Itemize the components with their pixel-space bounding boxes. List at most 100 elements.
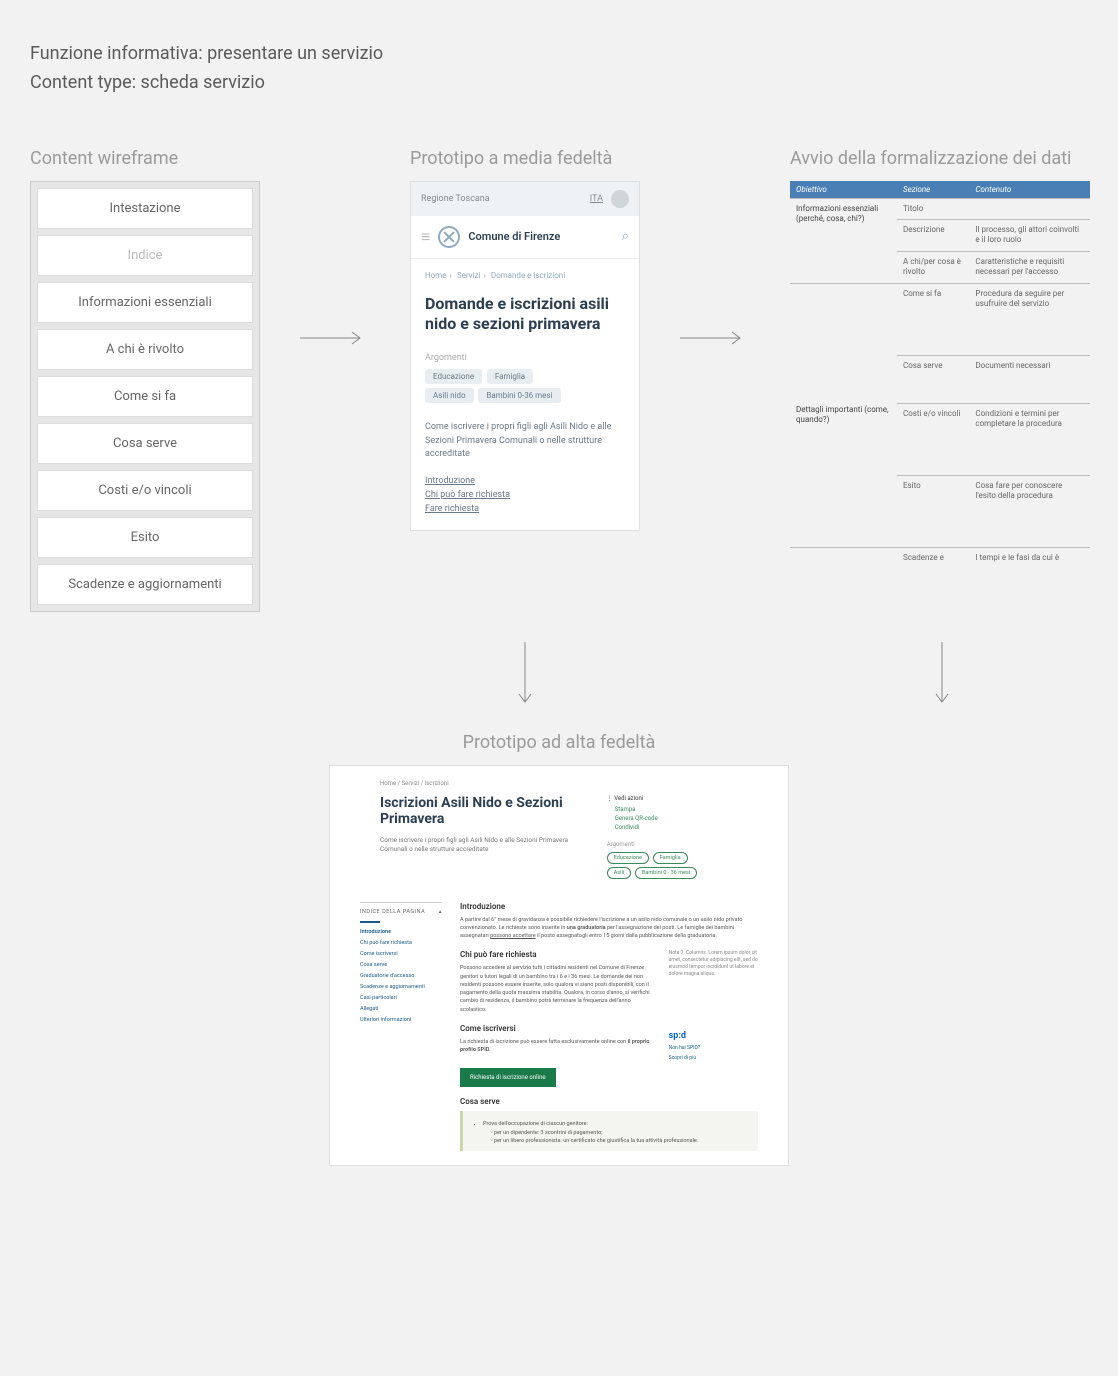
arrow-formal-down	[795, 642, 1088, 712]
midfi-links: Introduzione Chi può fare richiesta Fare…	[425, 476, 625, 514]
pill-educazione[interactable]: Educazione	[425, 369, 482, 384]
action-stampa[interactable]: Stampa	[615, 806, 758, 813]
sec-chi-note: Nota 2. Columns. Lorem ipsum dolor sit a…	[669, 950, 758, 1024]
sec-come-p: La richiesta di iscrizione può essere fa…	[460, 1038, 657, 1055]
sec-cosa-h: Cosa serve	[460, 1097, 758, 1106]
search-icon[interactable]: ⌕	[622, 229, 629, 244]
wf-intestazione: Intestazione	[37, 188, 253, 229]
nav-cosa[interactable]: Cosa serve	[360, 962, 442, 968]
richiesta-button[interactable]: Richiesta di iscrizione online	[460, 1068, 556, 1087]
box-li1: - per un dipendente: 3 scontrini di paga…	[491, 1129, 750, 1137]
wf-a-chi: A chi è rivolto	[37, 329, 253, 370]
menu-icon[interactable]: ≡	[421, 227, 430, 247]
bc-domande[interactable]: Domande e iscrizioni	[491, 271, 565, 280]
midfi-column: Prototipo a media fedeltà Regione Toscan…	[410, 148, 640, 531]
hpill-educazione[interactable]: Educazione	[607, 852, 649, 864]
nav-title[interactable]: INDICE DELLA PAGINA▴	[360, 909, 442, 915]
pill-famiglia[interactable]: Famiglia	[487, 369, 533, 384]
con-scadenze: I tempi e le fasi da cui è	[969, 547, 1090, 568]
hpill-bambini[interactable]: Bambini 0 - 36 mesi	[635, 867, 697, 879]
nav-grad[interactable]: Graduatorie d'accesso	[360, 973, 442, 979]
link-chi[interactable]: Chi può fare richiesta	[425, 490, 625, 500]
sec-come-h: Come iscriversi	[460, 1024, 657, 1033]
nav-chi[interactable]: Chi può fare richiesta	[360, 940, 442, 946]
wf-costi: Costi e/o vincoli	[37, 470, 253, 511]
bc-home[interactable]: Home	[425, 271, 447, 280]
sec-come: Come si fa	[897, 283, 969, 355]
box-intro: Prova dell'occupazione di ciascun genito…	[483, 1120, 750, 1128]
midfi-topbar: Regione Toscana ITA	[411, 182, 639, 216]
action-condividi[interactable]: Condividi	[615, 824, 758, 831]
bc-servizi[interactable]: Servizi	[457, 271, 481, 280]
con-descrizione: Il processo, gli attori coinvolti e il l…	[969, 219, 1090, 251]
nav-introduzione[interactable]: Introduzione	[360, 929, 442, 935]
sec-descrizione: Descrizione	[897, 219, 969, 251]
link-fare[interactable]: Fare richiesta	[425, 504, 625, 514]
arrow-row	[30, 642, 1088, 712]
con-cosaserve: Documenti necessari	[969, 355, 1090, 403]
action-qr[interactable]: Genera QR-code	[615, 815, 758, 822]
midfi-desc: Come iscrivere i propri figli agli Asili…	[425, 421, 625, 462]
th-obiettivo: Obiettivo	[790, 181, 897, 199]
sec-chi-h: Chi può fare richiesta	[460, 950, 657, 959]
hifi-subtitle: Come iscrivere i propri figli agli Asili…	[380, 836, 577, 854]
hifi-breadcrumb[interactable]: Home / Servizi / Iscrizioni	[380, 780, 758, 787]
wf-cosa-serve: Cosa serve	[37, 423, 253, 464]
sec-cosaserve: Cosa serve	[897, 355, 969, 403]
hifi-argo-label: Argomenti	[607, 841, 758, 848]
hpill-famiglia[interactable]: Famiglia	[653, 852, 688, 864]
sec-achi: A chi/per cosa è rivolto	[897, 251, 969, 283]
spid-link1[interactable]: Non hai SPID?	[669, 1045, 758, 1052]
link-intro[interactable]: Introduzione	[425, 476, 625, 486]
wireframe-column: Content wireframe Intestazione Indice In…	[30, 148, 260, 612]
hifi-title: Iscrizioni Asili Nido e Sezioni Primaver…	[380, 795, 577, 829]
th-contenuto: Contenuto	[969, 181, 1090, 199]
obj-info: Informazioni essenziali (perché, cosa, c…	[790, 198, 897, 283]
wf-indice: Indice	[37, 235, 253, 276]
region-label: Regione Toscana	[421, 194, 490, 204]
hpill-asili[interactable]: Asili	[607, 867, 631, 879]
formal-table: Obiettivo Sezione Contenuto Informazioni…	[790, 181, 1090, 568]
breadcrumb: Home› Servizi› Domande e iscrizioni	[425, 271, 625, 280]
pill-asili[interactable]: Asili nido	[425, 388, 474, 403]
hifi-nav: INDICE DELLA PAGINA▴ Introduzione Chi pu…	[360, 902, 442, 1152]
spid-link2[interactable]: Scopri di più	[669, 1055, 758, 1062]
con-esito: Cosa fare per conoscere l'esito della pr…	[969, 475, 1090, 547]
wf-informazioni: Informazioni essenziali	[37, 282, 253, 323]
nav-scad[interactable]: Scadenze e aggiornamenti	[360, 984, 442, 990]
wireframe-label: Content wireframe	[30, 148, 260, 169]
nav-ulteriori[interactable]: Ulteriori informazioni	[360, 1017, 442, 1023]
sec-introduzione-h: Introduzione	[460, 902, 758, 911]
th-sezione: Sezione	[897, 181, 969, 199]
sec-scadenze: Scadenze e	[897, 547, 969, 568]
formal-label: Avvio della formalizzazione dei dati	[790, 148, 1090, 169]
sec-chi-p: Possono accedere al servizio tutti i cit…	[460, 964, 657, 1014]
nav-come[interactable]: Come iscriversi	[360, 951, 442, 957]
box-li2: - per un libero professionista: un certi…	[491, 1137, 750, 1145]
nav-casi[interactable]: Casi particolari	[360, 995, 442, 1001]
page-header: Funzione informativa: presentare un serv…	[30, 40, 1088, 98]
arrow-wireframe-to-midfi	[300, 148, 370, 528]
hifi-panel: Home / Servizi / Iscrizioni Iscrizioni A…	[329, 765, 789, 1167]
hifi-label: Prototipo ad alta fedeltà	[30, 732, 1088, 753]
con-come: Procedura da seguire per usufruire del s…	[969, 283, 1090, 355]
nav-allegati[interactable]: Allegati	[360, 1006, 442, 1012]
spid-logo: sp:d	[669, 1030, 758, 1043]
midfi-label: Prototipo a media fedeltà	[410, 148, 640, 169]
lang-selector[interactable]: ITA	[590, 194, 603, 204]
midfi-panel: Regione Toscana ITA ≡ Comune di Firenze …	[410, 181, 640, 531]
argomenti-label: Argomenti	[425, 353, 625, 363]
wf-scadenze: Scadenze e aggiornamenti	[37, 564, 253, 605]
wireframe-panel: Intestazione Indice Informazioni essenzi…	[30, 181, 260, 612]
midfi-header: ≡ Comune di Firenze ⌕	[411, 216, 639, 259]
header-line2: Content type: scheda servizio	[30, 69, 1088, 98]
comune-title: Comune di Firenze	[468, 230, 613, 243]
cosa-serve-box: Prova dell'occupazione di ciascun genito…	[460, 1111, 758, 1151]
sec-introduzione-p: A partire dal 6° mese di gravidanza è po…	[460, 916, 758, 941]
wf-come-si-fa: Come si fa	[37, 376, 253, 417]
pill-bambini[interactable]: Bambini 0-36 mesi	[478, 388, 560, 403]
actions-label[interactable]: Vedi azioni	[607, 795, 758, 802]
user-icon[interactable]	[611, 190, 629, 208]
wf-esito: Esito	[37, 517, 253, 558]
sec-titolo: Titolo	[897, 198, 969, 219]
